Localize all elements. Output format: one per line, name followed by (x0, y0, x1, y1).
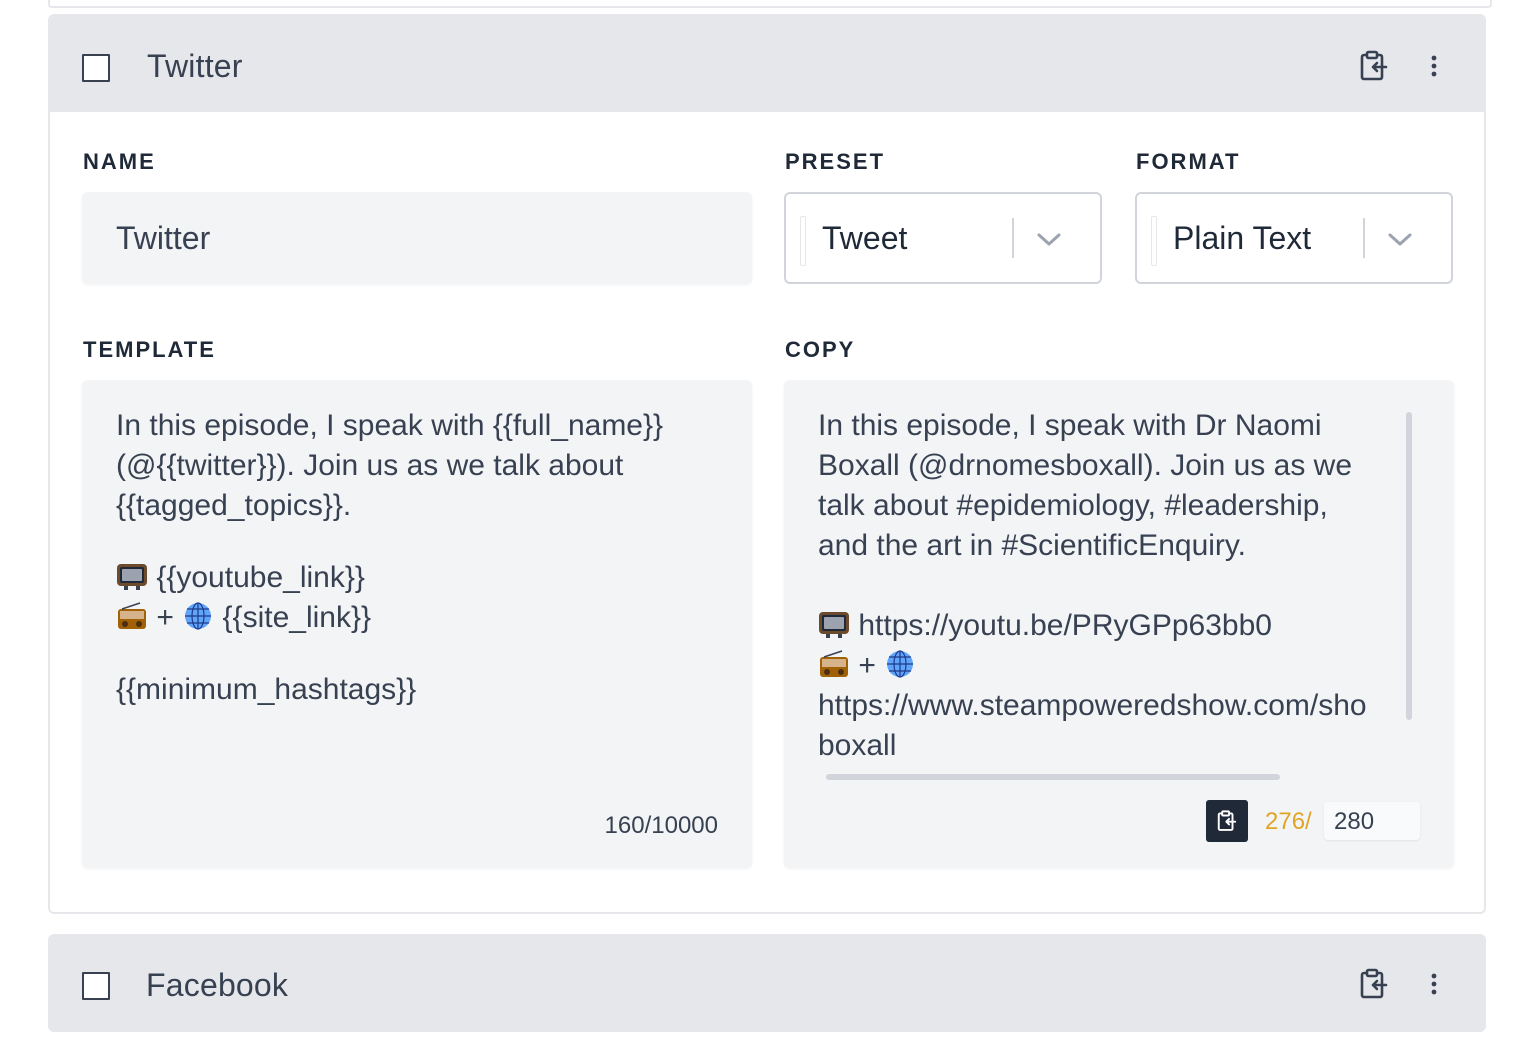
chevron-down-icon[interactable] (1034, 224, 1064, 254)
template-line-youtube: {{youtube_link}} (116, 558, 726, 598)
copy-label: COPY (785, 337, 856, 362)
template-line: In this episode, I speak with {{full_nam… (116, 409, 664, 442)
copy-text[interactable]: In this episode, I speak with Dr Naomi B… (818, 406, 1422, 766)
preset-select-separator (1012, 218, 1014, 258)
radio-icon (118, 602, 146, 629)
chevron-down-icon[interactable] (1385, 224, 1415, 254)
vertical-dots-icon[interactable] (1416, 48, 1452, 84)
preset-select-cursor (800, 216, 806, 266)
template-textarea[interactable]: In this episode, I speak with {{full_nam… (82, 380, 752, 868)
facebook-select-checkbox[interactable] (82, 972, 110, 1000)
copy-horizontal-scrollbar[interactable] (826, 774, 1280, 780)
clipboard-copy-icon (1217, 810, 1237, 831)
copy-line: talk about #epidemiology, #leadership, (818, 489, 1328, 522)
template-char-count: 160/10000 (604, 812, 718, 839)
clipboard-copy-icon[interactable] (1356, 966, 1392, 1002)
copy-line: https://www.steampoweredshow.com/sho (818, 689, 1367, 722)
template-line: {{minimum_hashtags}} (116, 673, 417, 706)
copy-plus: + (850, 649, 885, 682)
copy-char-limit-input[interactable]: 280 (1324, 802, 1420, 840)
template-line: {{tagged_topics}}. (116, 489, 352, 522)
preset-select-value: Tweet (822, 220, 908, 256)
format-select-cursor (1151, 216, 1157, 266)
copy-youtube-text: https://youtu.be/PRyGPp63bb0 (850, 609, 1272, 642)
template-text[interactable]: In this episode, I speak with {{full_nam… (116, 406, 726, 710)
vertical-dots-icon[interactable] (1416, 966, 1452, 1002)
facebook-card-title: Facebook (146, 967, 289, 1003)
copy-line: boxall (818, 729, 897, 762)
twitter-card-title: Twitter (147, 48, 243, 84)
twitter-card-header[interactable]: Twitter (50, 16, 1484, 112)
preset-label: PRESET (785, 149, 886, 174)
radio-icon (820, 650, 848, 677)
template-site-text: {{site_link}} (214, 601, 371, 634)
copy-char-count-used: 276/ (1265, 808, 1312, 835)
template-label: TEMPLATE (83, 337, 216, 362)
copy-line-site-icons: + (818, 646, 1422, 686)
facebook-card-header[interactable]: Facebook (48, 934, 1486, 1032)
copy-output[interactable]: In this episode, I speak with Dr Naomi B… (784, 380, 1454, 868)
name-input[interactable]: Twitter (82, 192, 752, 284)
globe-icon (185, 602, 212, 630)
format-select-separator (1363, 218, 1365, 258)
copy-line-youtube: https://youtu.be/PRyGPp63bb0 (818, 606, 1422, 646)
name-label: NAME (83, 149, 156, 174)
twitter-select-checkbox[interactable] (82, 54, 110, 82)
television-icon (117, 564, 147, 590)
copy-line: In this episode, I speak with Dr Naomi (818, 409, 1322, 442)
preset-select[interactable]: Tweet (784, 192, 1102, 284)
copy-line: and the art in #ScientificEnquiry. (818, 529, 1247, 562)
template-youtube-text: {{youtube_link}} (148, 561, 365, 594)
copy-vertical-scrollbar[interactable] (1406, 412, 1412, 720)
television-icon (819, 612, 849, 638)
template-line-site: + {{site_link}} (116, 598, 726, 638)
format-label: FORMAT (1136, 149, 1241, 174)
previous-card-edge (48, 0, 1492, 8)
clipboard-copy-icon[interactable] (1356, 48, 1392, 84)
format-select-value: Plain Text (1173, 220, 1312, 256)
globe-icon (887, 650, 914, 678)
template-line: (@{{twitter}}). Join us as we talk about (116, 449, 624, 482)
template-plus: + (148, 601, 183, 634)
copy-to-clipboard-button[interactable] (1206, 800, 1248, 842)
copy-line: Boxall (@drnomesboxall). Join us as we (818, 449, 1353, 482)
format-select[interactable]: Plain Text (1135, 192, 1453, 284)
